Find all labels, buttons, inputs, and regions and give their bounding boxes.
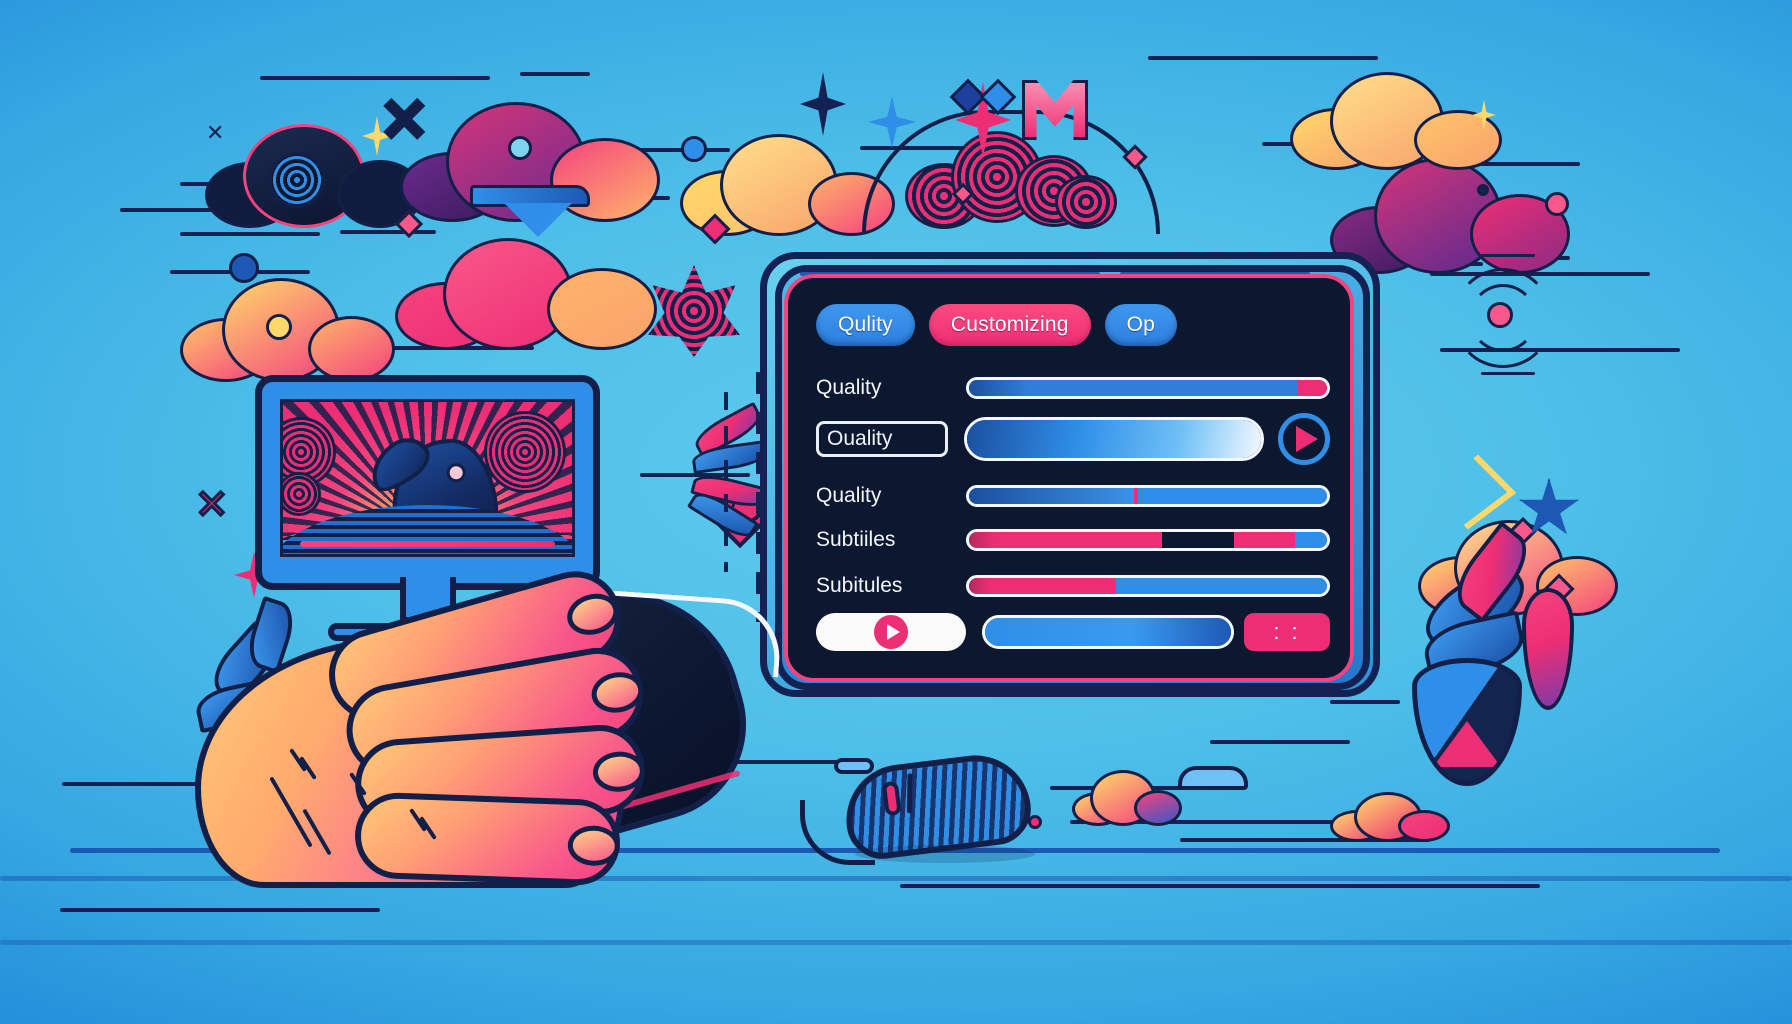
dashed-guide (724, 392, 728, 572)
setting-row-subtitles-1: Subtiiles (816, 522, 1330, 558)
panel-tab-bar: Qulity Customizing Op (816, 304, 1328, 346)
mouse-button[interactable] (881, 780, 902, 817)
x-mark-icon: ✕ (378, 88, 431, 153)
cloud-pink (395, 238, 657, 350)
play-button-pill[interactable] (816, 613, 966, 651)
end-cap-badge[interactable]: : : (1244, 613, 1330, 651)
leaf-icon (1522, 588, 1574, 710)
web-star-icon (648, 265, 740, 357)
setting-label: Quality (816, 484, 882, 507)
cloud-small-bottom (1072, 770, 1182, 826)
monitor-progress-bar (300, 541, 555, 547)
tab-customizing[interactable]: Customizing (928, 304, 1091, 346)
hand (195, 560, 755, 890)
mouse-cord-2 (800, 800, 875, 865)
circle-dot-icon (681, 136, 707, 162)
x-mark-small-icon: ✕ (206, 120, 225, 145)
subtitles-slider-1[interactable] (966, 529, 1330, 551)
paper-plane-icon (470, 185, 590, 237)
settings-panel: Qulity Customizing Op Quality Ouality Qu… (788, 278, 1350, 678)
radar-waves-icon (1435, 250, 1565, 380)
setting-label: Subitules (816, 574, 903, 597)
play-button-circle[interactable] (1278, 413, 1330, 465)
setting-label: Subtiiles (816, 528, 896, 551)
cloud-orange-topright (1290, 72, 1502, 170)
sparkle-icon (1472, 100, 1496, 130)
setting-row-subtitles-2: Subitules (816, 568, 1330, 604)
monitor (255, 375, 600, 641)
sparkle-icon (868, 96, 916, 148)
x-mark-small-icon: ✕ (194, 482, 230, 529)
panel-footer-row: : : (816, 612, 1330, 652)
arrow-burst-icon (640, 401, 770, 544)
panel-gloss-line (1120, 272, 1310, 276)
tab-qulity[interactable]: Qulity (816, 304, 915, 346)
quality-slider-2[interactable] (964, 417, 1264, 461)
cloud-outline-icon (834, 758, 874, 774)
quality-slider-3[interactable] (966, 485, 1330, 507)
playback-progress-slider[interactable] (982, 615, 1234, 649)
subtitles-slider-2[interactable] (966, 575, 1330, 597)
shield-icon (1412, 658, 1522, 786)
cloud-sunset (180, 278, 395, 382)
setting-label-boxed[interactable]: Ouality (816, 421, 948, 457)
setting-row-ouality-boxed: Ouality (816, 412, 1330, 466)
cloud-outline-icon (1178, 766, 1248, 790)
play-icon (874, 615, 908, 649)
tab-op[interactable]: Op (1104, 304, 1178, 346)
setting-row-quality-1: Quality (816, 370, 1330, 406)
play-icon (1296, 426, 1318, 452)
illustration-canvas: ✕ ✕ ✕ Qulity Customizing Op Quality Oual… (0, 0, 1792, 1024)
circle-dot-icon (1545, 192, 1569, 216)
circle-dot-icon (229, 253, 259, 283)
quality-slider-1[interactable] (966, 377, 1330, 399)
mouse-shadow (855, 845, 1035, 863)
cloud-small-bottom-right (1330, 792, 1450, 842)
sparkle-icon (800, 72, 846, 136)
monitor-screen (280, 399, 575, 557)
circle-dot-icon (1477, 184, 1489, 196)
panel-gloss-line (800, 272, 1100, 276)
setting-label: Quality (816, 376, 882, 399)
chevron-icon (1429, 454, 1517, 530)
circle-dot-icon (1028, 815, 1042, 829)
setting-row-quality-3: Quality (816, 478, 1330, 514)
double-diamond-icon (949, 78, 1037, 118)
